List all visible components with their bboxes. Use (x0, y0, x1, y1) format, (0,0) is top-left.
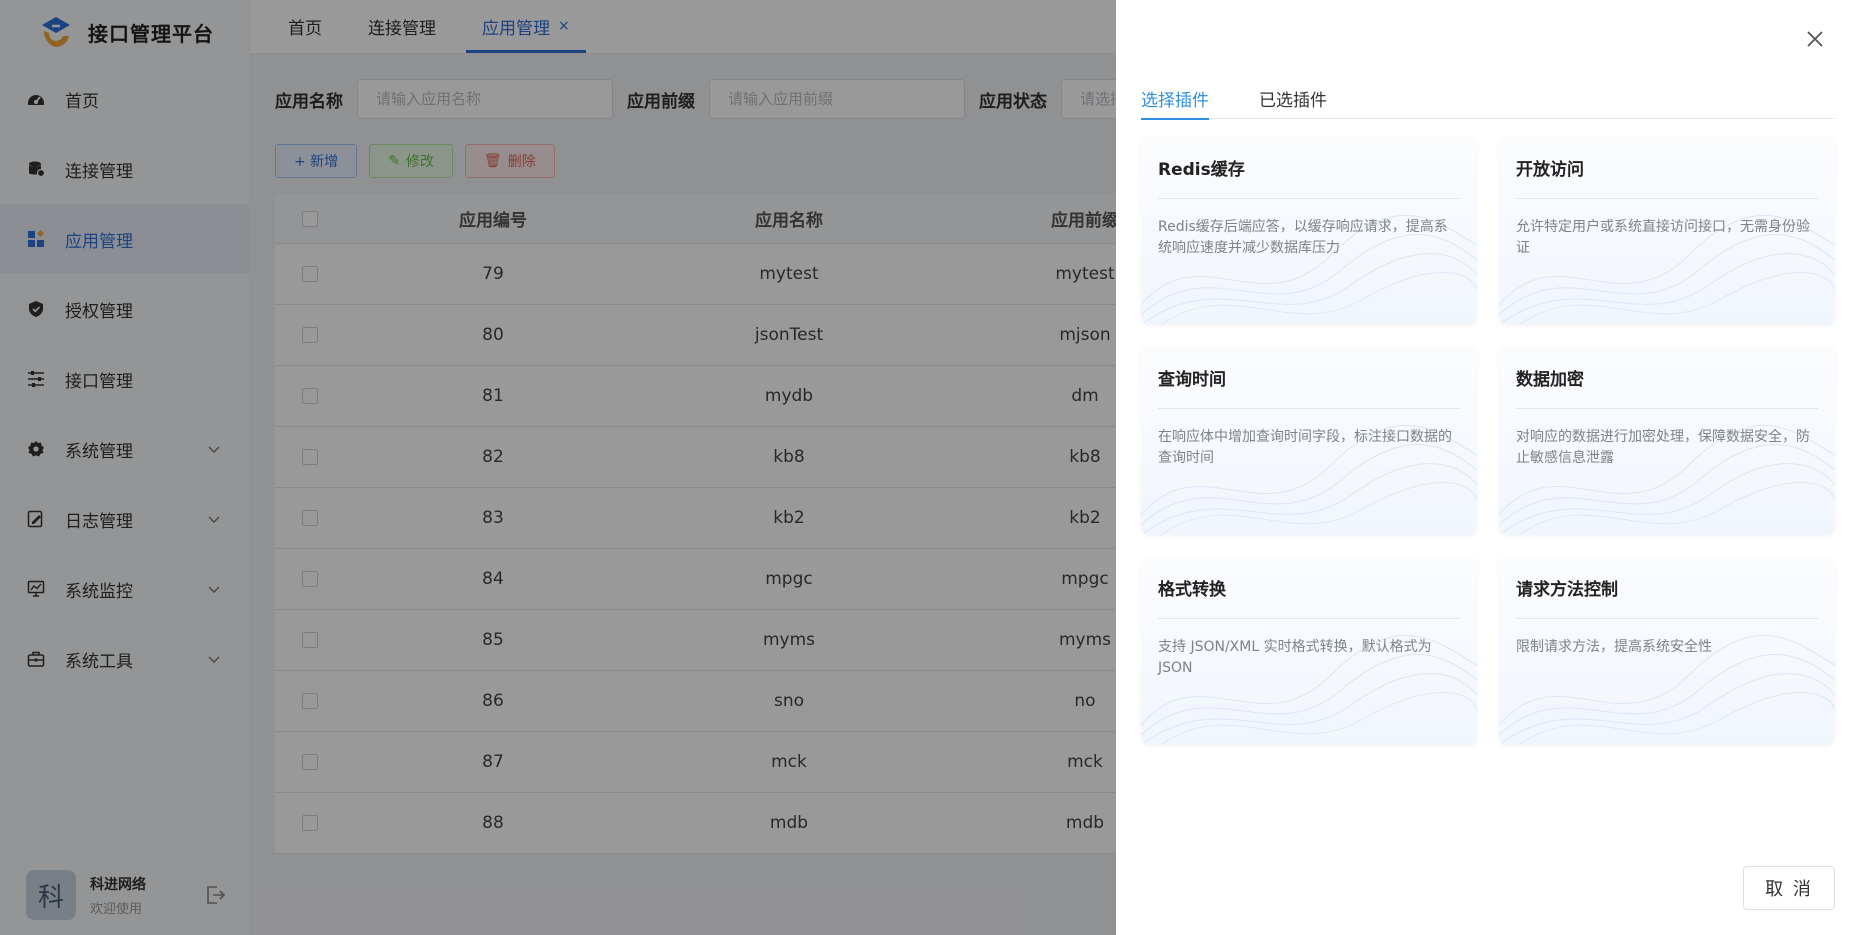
plugin-description: 允许特定用户或系统直接访问接口，无需身份验证 (1516, 219, 1810, 256)
plugin-description: 限制请求方法，提高系统安全性 (1516, 639, 1712, 655)
plugin-card[interactable]: 格式转换支持 JSON/XML 实时格式转换，默认格式为 JSON (1141, 557, 1477, 745)
plugin-description: Redis缓存后端应答，以缓存响应请求，提高系统响应速度并减少数据库压力 (1158, 219, 1448, 256)
plugin-title: 查询时间 (1158, 370, 1226, 390)
divider (1516, 198, 1818, 199)
divider (1516, 618, 1818, 619)
plugin-card[interactable]: 开放访问允许特定用户或系统直接访问接口，无需身份验证 (1499, 137, 1835, 325)
plugin-title: 格式转换 (1158, 580, 1226, 600)
tab-select-plugins[interactable]: 选择插件 (1141, 78, 1209, 120)
divider (1158, 198, 1460, 199)
plugin-card[interactable]: Redis缓存 Redis缓存后端应答，以缓存响应请求，提高系统响应速度并减少数据… (1141, 137, 1477, 325)
divider (1516, 408, 1818, 409)
plugin-card[interactable]: 数据加密对响应的数据进行加密处理，保障数据安全，防止敏感信息泄露 (1499, 347, 1835, 535)
plugin-card[interactable]: 请求方法控制限制请求方法，提高系统安全性 (1499, 557, 1835, 745)
divider (1158, 408, 1460, 409)
divider (1158, 618, 1460, 619)
plugin-card[interactable]: 查询时间在响应体中增加查询时间字段，标注接口数据的查询时间 (1141, 347, 1477, 535)
plugin-title: 数据加密 (1516, 370, 1584, 390)
plugin-grid: Redis缓存 Redis缓存后端应答，以缓存响应请求，提高系统响应速度并减少数据… (1141, 137, 1835, 745)
plugin-description: 在响应体中增加查询时间字段，标注接口数据的查询时间 (1158, 429, 1452, 466)
close-icon[interactable] (1804, 28, 1826, 50)
plugin-drawer: 选择插件 已选插件 Redis缓存 Redis缓存后端应答，以缓存响应请求，提高系… (1116, 0, 1860, 935)
plugin-title: 请求方法控制 (1516, 580, 1618, 600)
plugin-title: Redis缓存 (1158, 160, 1245, 180)
tab-selected-plugins[interactable]: 已选插件 (1259, 78, 1327, 119)
plugin-description: 对响应的数据进行加密处理，保障数据安全，防止敏感信息泄露 (1516, 429, 1810, 466)
cancel-button[interactable]: 取 消 (1743, 866, 1835, 910)
plugin-title: 开放访问 (1516, 160, 1584, 180)
drawer-tabs: 选择插件 已选插件 (1141, 78, 1835, 120)
plugin-description: 支持 JSON/XML 实时格式转换，默认格式为 JSON (1158, 639, 1432, 676)
